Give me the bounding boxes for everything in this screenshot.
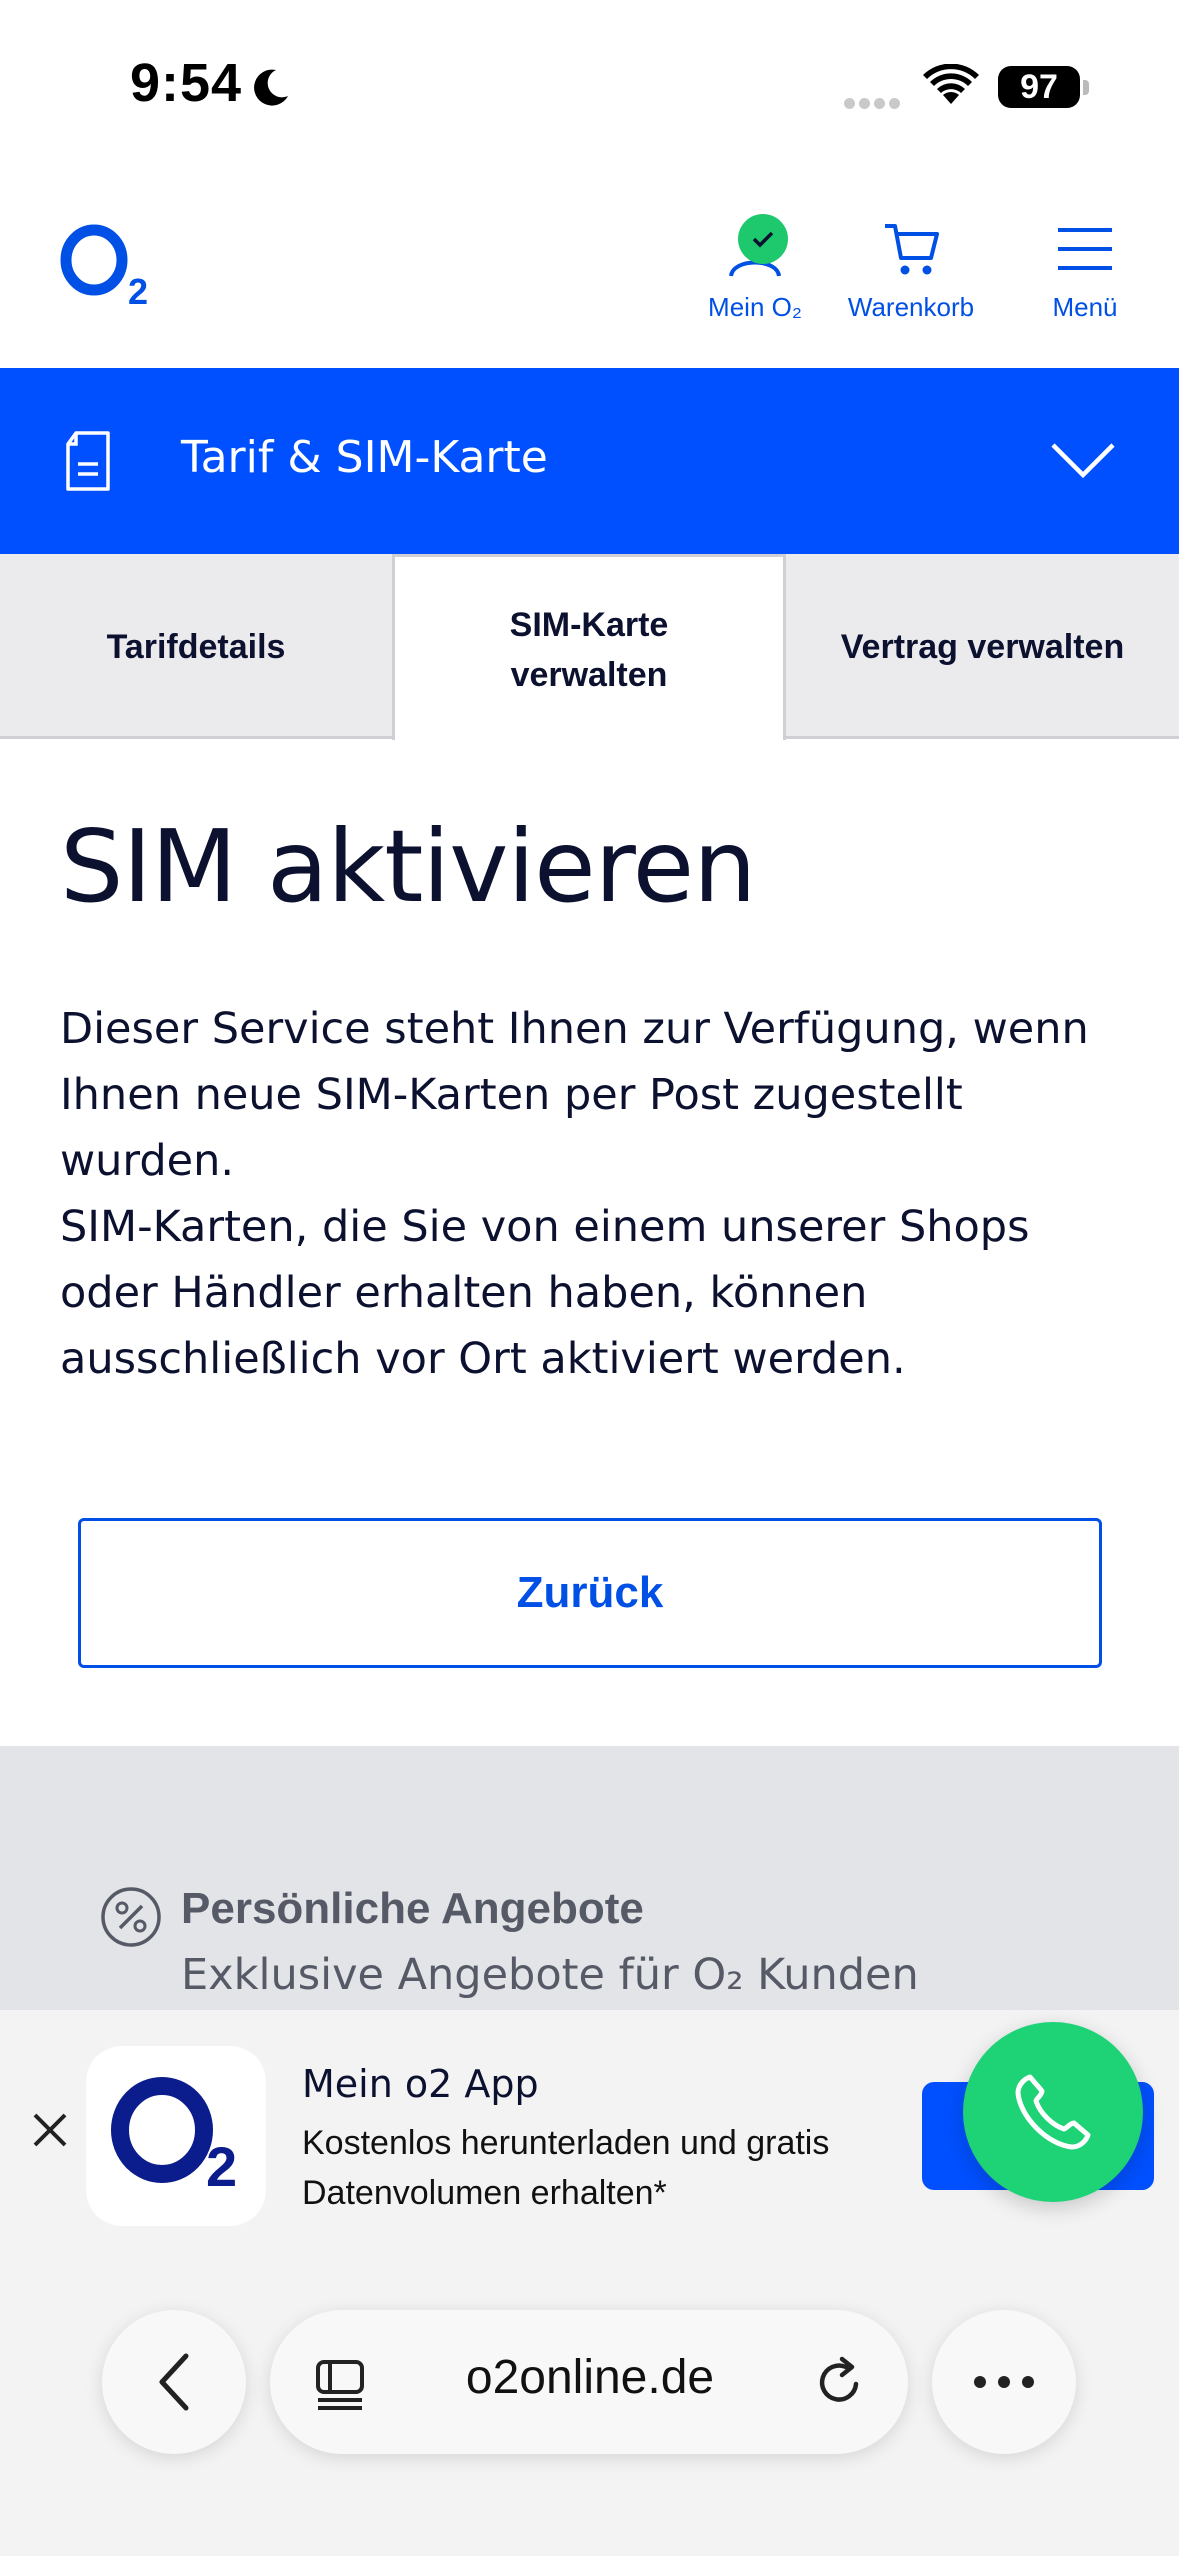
url-text: o2online.de: [465, 2351, 715, 2404]
svg-text:2: 2: [206, 2135, 237, 2198]
status-bar: 9:54 97: [0, 0, 1179, 170]
reload-icon[interactable]: [812, 2354, 868, 2410]
tab-label: Tarifdetails: [106, 627, 286, 666]
tab-label: SIM-Karte verwalten: [509, 605, 669, 694]
hamburger-icon: [1058, 228, 1112, 270]
site-header: 2 Mein O₂ Warenkorb Menü: [0, 170, 1179, 368]
tab-label: Vertrag verwalten: [840, 627, 1125, 666]
browser-toolbar: o2online.de: [0, 2300, 1179, 2556]
moon-icon: [254, 69, 288, 106]
o2-app-logo: 2: [111, 2077, 237, 2198]
close-icon[interactable]: [30, 2110, 70, 2150]
percent-icon: [101, 1887, 161, 1947]
page-menu-icon[interactable]: [314, 2358, 366, 2410]
more-icon: [974, 2376, 1034, 2388]
tab-vertrag-verwalten[interactable]: Vertrag verwalten: [786, 554, 1179, 739]
phone-icon: [1015, 2074, 1091, 2150]
wifi-icon: [923, 64, 979, 104]
document-icon: [66, 431, 110, 491]
battery-tip: [1083, 80, 1089, 95]
nav-warenkorb[interactable]: Warenkorb: [836, 218, 986, 323]
battery-indicator: 97: [998, 66, 1080, 108]
nav-label: Menü: [1052, 292, 1118, 322]
nav-menu[interactable]: Menü: [1030, 218, 1140, 323]
chevron-down-icon: [1051, 443, 1115, 479]
svg-text:2: 2: [128, 271, 148, 310]
tab-tarifdetails[interactable]: Tarifdetails: [0, 554, 392, 739]
browser-more-button[interactable]: [932, 2310, 1076, 2454]
page-title: SIM aktivieren: [60, 808, 757, 925]
back-button[interactable]: Zurück: [78, 1518, 1102, 1668]
tab-sim-karte-verwalten[interactable]: SIM-Karte verwalten: [392, 554, 786, 742]
app-name: Mein o2 App: [302, 2062, 539, 2106]
app-icon: 2: [86, 2046, 266, 2226]
check-badge-icon: [738, 214, 788, 264]
call-button[interactable]: [963, 2022, 1143, 2202]
chevron-left-icon: [159, 2353, 189, 2411]
app-description: Kostenlos herunterladen und gratis Daten…: [302, 2124, 830, 2212]
cellular-signal-icon: [844, 94, 904, 113]
nav-label: Warenkorb: [847, 292, 975, 322]
section-title: Tarif & SIM-Karte: [181, 432, 548, 483]
nav-label: Mein O₂: [708, 292, 802, 322]
status-time: 9:54: [130, 53, 243, 113]
info-paragraph-2: SIM-Karten, die Sie von einem unserer Sh…: [60, 1202, 1030, 1384]
info-paragraph-1: Dieser Service steht Ihnen zur Verfügung…: [60, 1004, 1089, 1186]
o2-logo[interactable]: 2: [58, 222, 158, 310]
address-bar[interactable]: o2online.de: [270, 2310, 908, 2454]
browser-back-button[interactable]: [102, 2310, 246, 2454]
offers-title[interactable]: Persönliche Angebote: [181, 1884, 644, 1934]
main-content: SIM aktivieren Dieser Service steht Ihne…: [0, 740, 1179, 1746]
info-text: Dieser Service steht Ihnen zur Verfügung…: [60, 996, 1140, 1392]
tab-bar: Tarifdetails SIM-Karte verwalten Vertrag…: [0, 554, 1179, 742]
cart-icon: [885, 224, 939, 275]
offers-subtitle: Exklusive Angebote für O₂ Kunden: [181, 1950, 919, 2000]
section-dropdown[interactable]: Tarif & SIM-Karte: [0, 368, 1179, 554]
